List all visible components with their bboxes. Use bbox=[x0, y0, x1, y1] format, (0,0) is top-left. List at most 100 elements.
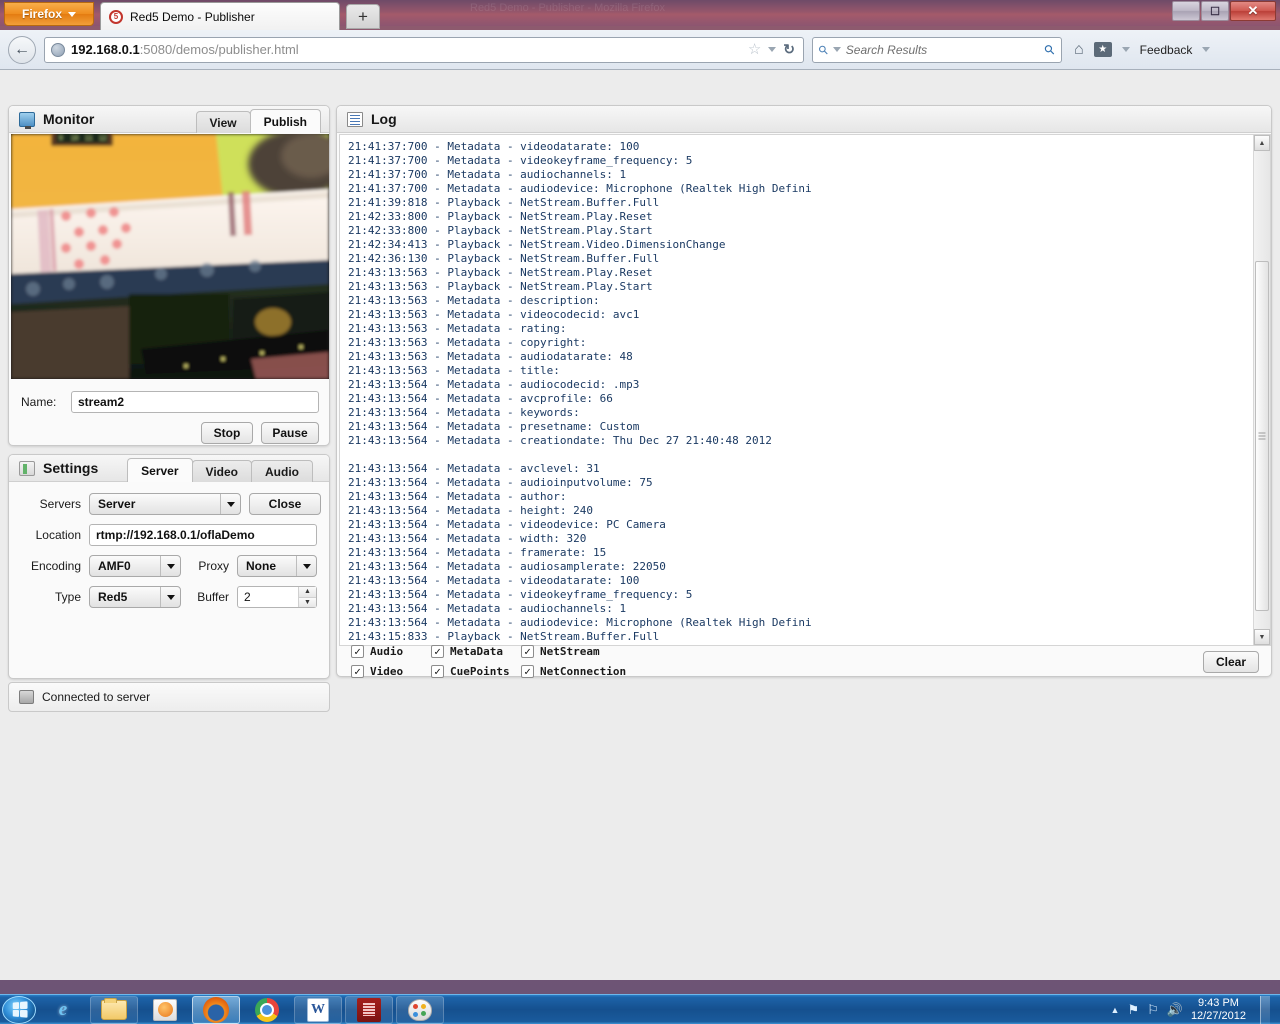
taskbar-item-microsoft-word[interactable]: W bbox=[294, 995, 342, 1024]
scrollbar-thumb[interactable] bbox=[1255, 261, 1269, 611]
new-tab-button[interactable]: + bbox=[346, 4, 380, 29]
log-line: 21:43:13:564 - Metadata - videokeyframe_… bbox=[348, 588, 693, 601]
browser-tab[interactable]: 5 Red5 Demo - Publisher bbox=[100, 2, 340, 30]
type-buffer-row: Type Red5 Buffer 2 ▲ ▼ bbox=[19, 586, 321, 608]
location-input[interactable] bbox=[89, 524, 317, 546]
tab-video[interactable]: Video bbox=[191, 460, 252, 482]
search-input-placeholder[interactable]: Search Results bbox=[846, 43, 927, 57]
restore-button[interactable]: ☐ bbox=[1201, 1, 1229, 21]
reload-icon[interactable]: ↻ bbox=[783, 41, 795, 58]
bookmark-star-icon[interactable]: ☆ bbox=[748, 42, 761, 57]
servers-dropdown[interactable]: Server bbox=[89, 493, 241, 515]
address-bar-actions: ☆ ↻ bbox=[748, 41, 797, 58]
taskbar-item-paint[interactable] bbox=[396, 995, 444, 1024]
close-button[interactable]: ✕ bbox=[1230, 1, 1276, 21]
log-output[interactable]: 21:41:37:700 - Metadata - videodatarate:… bbox=[339, 134, 1271, 646]
filter-netconnection-checkbox[interactable]: ✓ bbox=[521, 665, 534, 678]
type-dropdown[interactable]: Red5 bbox=[89, 586, 181, 608]
windows-logo-icon bbox=[12, 1001, 28, 1018]
svg-text:11: 11 bbox=[85, 135, 93, 142]
folder-icon bbox=[101, 997, 127, 1020]
filter-video-label: Video bbox=[370, 665, 404, 678]
tab-server[interactable]: Server bbox=[127, 458, 193, 482]
tab-view[interactable]: View bbox=[195, 111, 251, 133]
search-icon: ⚲ bbox=[815, 41, 832, 58]
chevron-down-icon[interactable] bbox=[832, 47, 841, 52]
taskbar-item-windows-explorer[interactable] bbox=[90, 995, 138, 1024]
filter-audio[interactable]: ✓ Audio bbox=[351, 645, 431, 658]
show-desktop-button[interactable] bbox=[1260, 995, 1270, 1024]
close-connection-button[interactable]: Close bbox=[249, 493, 321, 515]
filter-cuepoints-label: CuePoints bbox=[450, 665, 510, 678]
close-icon: ✕ bbox=[1247, 3, 1259, 18]
stepper-up-icon[interactable]: ▲ bbox=[299, 587, 316, 598]
log-icon bbox=[347, 111, 363, 127]
svg-text:9: 9 bbox=[59, 135, 63, 142]
filter-netconnection-label: NetConnection bbox=[540, 665, 627, 678]
filter-netstream-checkbox[interactable]: ✓ bbox=[521, 645, 534, 658]
taskbar-item-firefox[interactable] bbox=[192, 995, 240, 1024]
filter-cuepoints[interactable]: ✓ CuePoints bbox=[431, 665, 521, 678]
taskbar-item-windows-media-player[interactable] bbox=[141, 996, 189, 1024]
encoding-label: Encoding bbox=[30, 559, 81, 573]
log-scrollbar[interactable]: ▲ ▼ bbox=[1253, 135, 1270, 645]
video-preview[interactable]: 9 10 11 12 bbox=[11, 134, 329, 379]
volume-icon[interactable]: 🔊 bbox=[1167, 1002, 1183, 1018]
log-line: 21:43:13:564 - Metadata - audiochannels:… bbox=[348, 602, 627, 615]
tray-expand-icon[interactable]: ▲ bbox=[1111, 1005, 1120, 1015]
address-bar[interactable]: 192.168.0.1:5080/demos/publisher.html ☆ … bbox=[44, 36, 804, 63]
scroll-up-button[interactable]: ▲ bbox=[1254, 135, 1270, 151]
chevron-down-icon bbox=[296, 556, 316, 576]
buffer-stepper[interactable]: 2 ▲ ▼ bbox=[237, 586, 317, 608]
filter-metadata-label: MetaData bbox=[450, 645, 503, 658]
minimize-button[interactable] bbox=[1172, 1, 1200, 21]
settings-body: Servers Server Close Location Encoding A… bbox=[9, 483, 331, 616]
back-button[interactable]: ← bbox=[8, 35, 36, 64]
taskbar-item-google-chrome[interactable] bbox=[243, 996, 291, 1024]
encoding-dropdown[interactable]: AMF0 bbox=[89, 555, 181, 577]
encoding-proxy-row: Encoding AMF0 Proxy None bbox=[19, 555, 321, 577]
filter-cuepoints-checkbox[interactable]: ✓ bbox=[431, 665, 444, 678]
stream-name-label: Name: bbox=[21, 395, 57, 409]
buffer-stepper-arrows[interactable]: ▲ ▼ bbox=[298, 587, 316, 607]
bookmarks-icon[interactable]: ★ bbox=[1093, 42, 1112, 57]
settings-panel-header: Settings Server Video Audio bbox=[9, 455, 329, 482]
firefox-menu-button[interactable]: Firefox bbox=[4, 2, 94, 26]
filter-netstream[interactable]: ✓ NetStream bbox=[521, 645, 641, 658]
proxy-dropdown[interactable]: None bbox=[237, 555, 317, 577]
taskbar-item-internet-explorer[interactable]: e bbox=[39, 996, 87, 1024]
browser-chrome: Firefox 5 Red5 Demo - Publisher + ← 192.… bbox=[0, 0, 1280, 70]
pause-button[interactable]: Pause bbox=[261, 422, 319, 444]
stream-name-input[interactable] bbox=[71, 391, 319, 413]
scroll-down-button[interactable]: ▼ bbox=[1254, 629, 1270, 645]
tab-publish[interactable]: Publish bbox=[249, 109, 321, 133]
network-error-icon[interactable]: ⚑ bbox=[1127, 1002, 1139, 1018]
stepper-down-icon[interactable]: ▼ bbox=[299, 597, 316, 607]
type-dropdown-value: Red5 bbox=[98, 590, 128, 604]
stop-button[interactable]: Stop bbox=[201, 422, 253, 444]
start-button[interactable] bbox=[2, 995, 36, 1024]
chevron-down-icon[interactable] bbox=[1121, 47, 1130, 52]
action-center-warning-icon[interactable]: ⚐ bbox=[1147, 1002, 1159, 1018]
log-lines: 21:41:37:700 - Metadata - videodatarate:… bbox=[340, 135, 1253, 645]
filter-metadata[interactable]: ✓ MetaData bbox=[431, 645, 521, 658]
filter-netconnection[interactable]: ✓ NetConnection bbox=[521, 665, 641, 678]
location-label: Location bbox=[35, 528, 81, 542]
filter-audio-checkbox[interactable]: ✓ bbox=[351, 645, 364, 658]
chevron-down-icon[interactable] bbox=[768, 47, 777, 52]
taskbar-clock[interactable]: 9:43 PM 12/27/2012 bbox=[1191, 997, 1246, 1023]
clear-log-button[interactable]: Clear bbox=[1203, 650, 1259, 673]
taskbar-item-red5-recorder[interactable] bbox=[345, 995, 393, 1024]
search-bar[interactable]: ⚲ Search Results ⚲ bbox=[812, 36, 1062, 63]
type-label: Type bbox=[54, 590, 81, 604]
feedback-label[interactable]: Feedback bbox=[1140, 43, 1193, 57]
tab-audio[interactable]: Audio bbox=[251, 460, 313, 482]
chevron-down-icon[interactable] bbox=[1202, 47, 1211, 52]
home-icon[interactable]: ⌂ bbox=[1074, 41, 1084, 59]
filter-video[interactable]: ✓ Video bbox=[351, 665, 431, 678]
servers-label: Servers bbox=[39, 497, 81, 511]
search-submit-icon[interactable]: ⚲ bbox=[1041, 40, 1059, 58]
filter-video-checkbox[interactable]: ✓ bbox=[351, 665, 364, 678]
video-frame-image: 9 10 11 12 bbox=[11, 134, 329, 379]
filter-metadata-checkbox[interactable]: ✓ bbox=[431, 645, 444, 658]
